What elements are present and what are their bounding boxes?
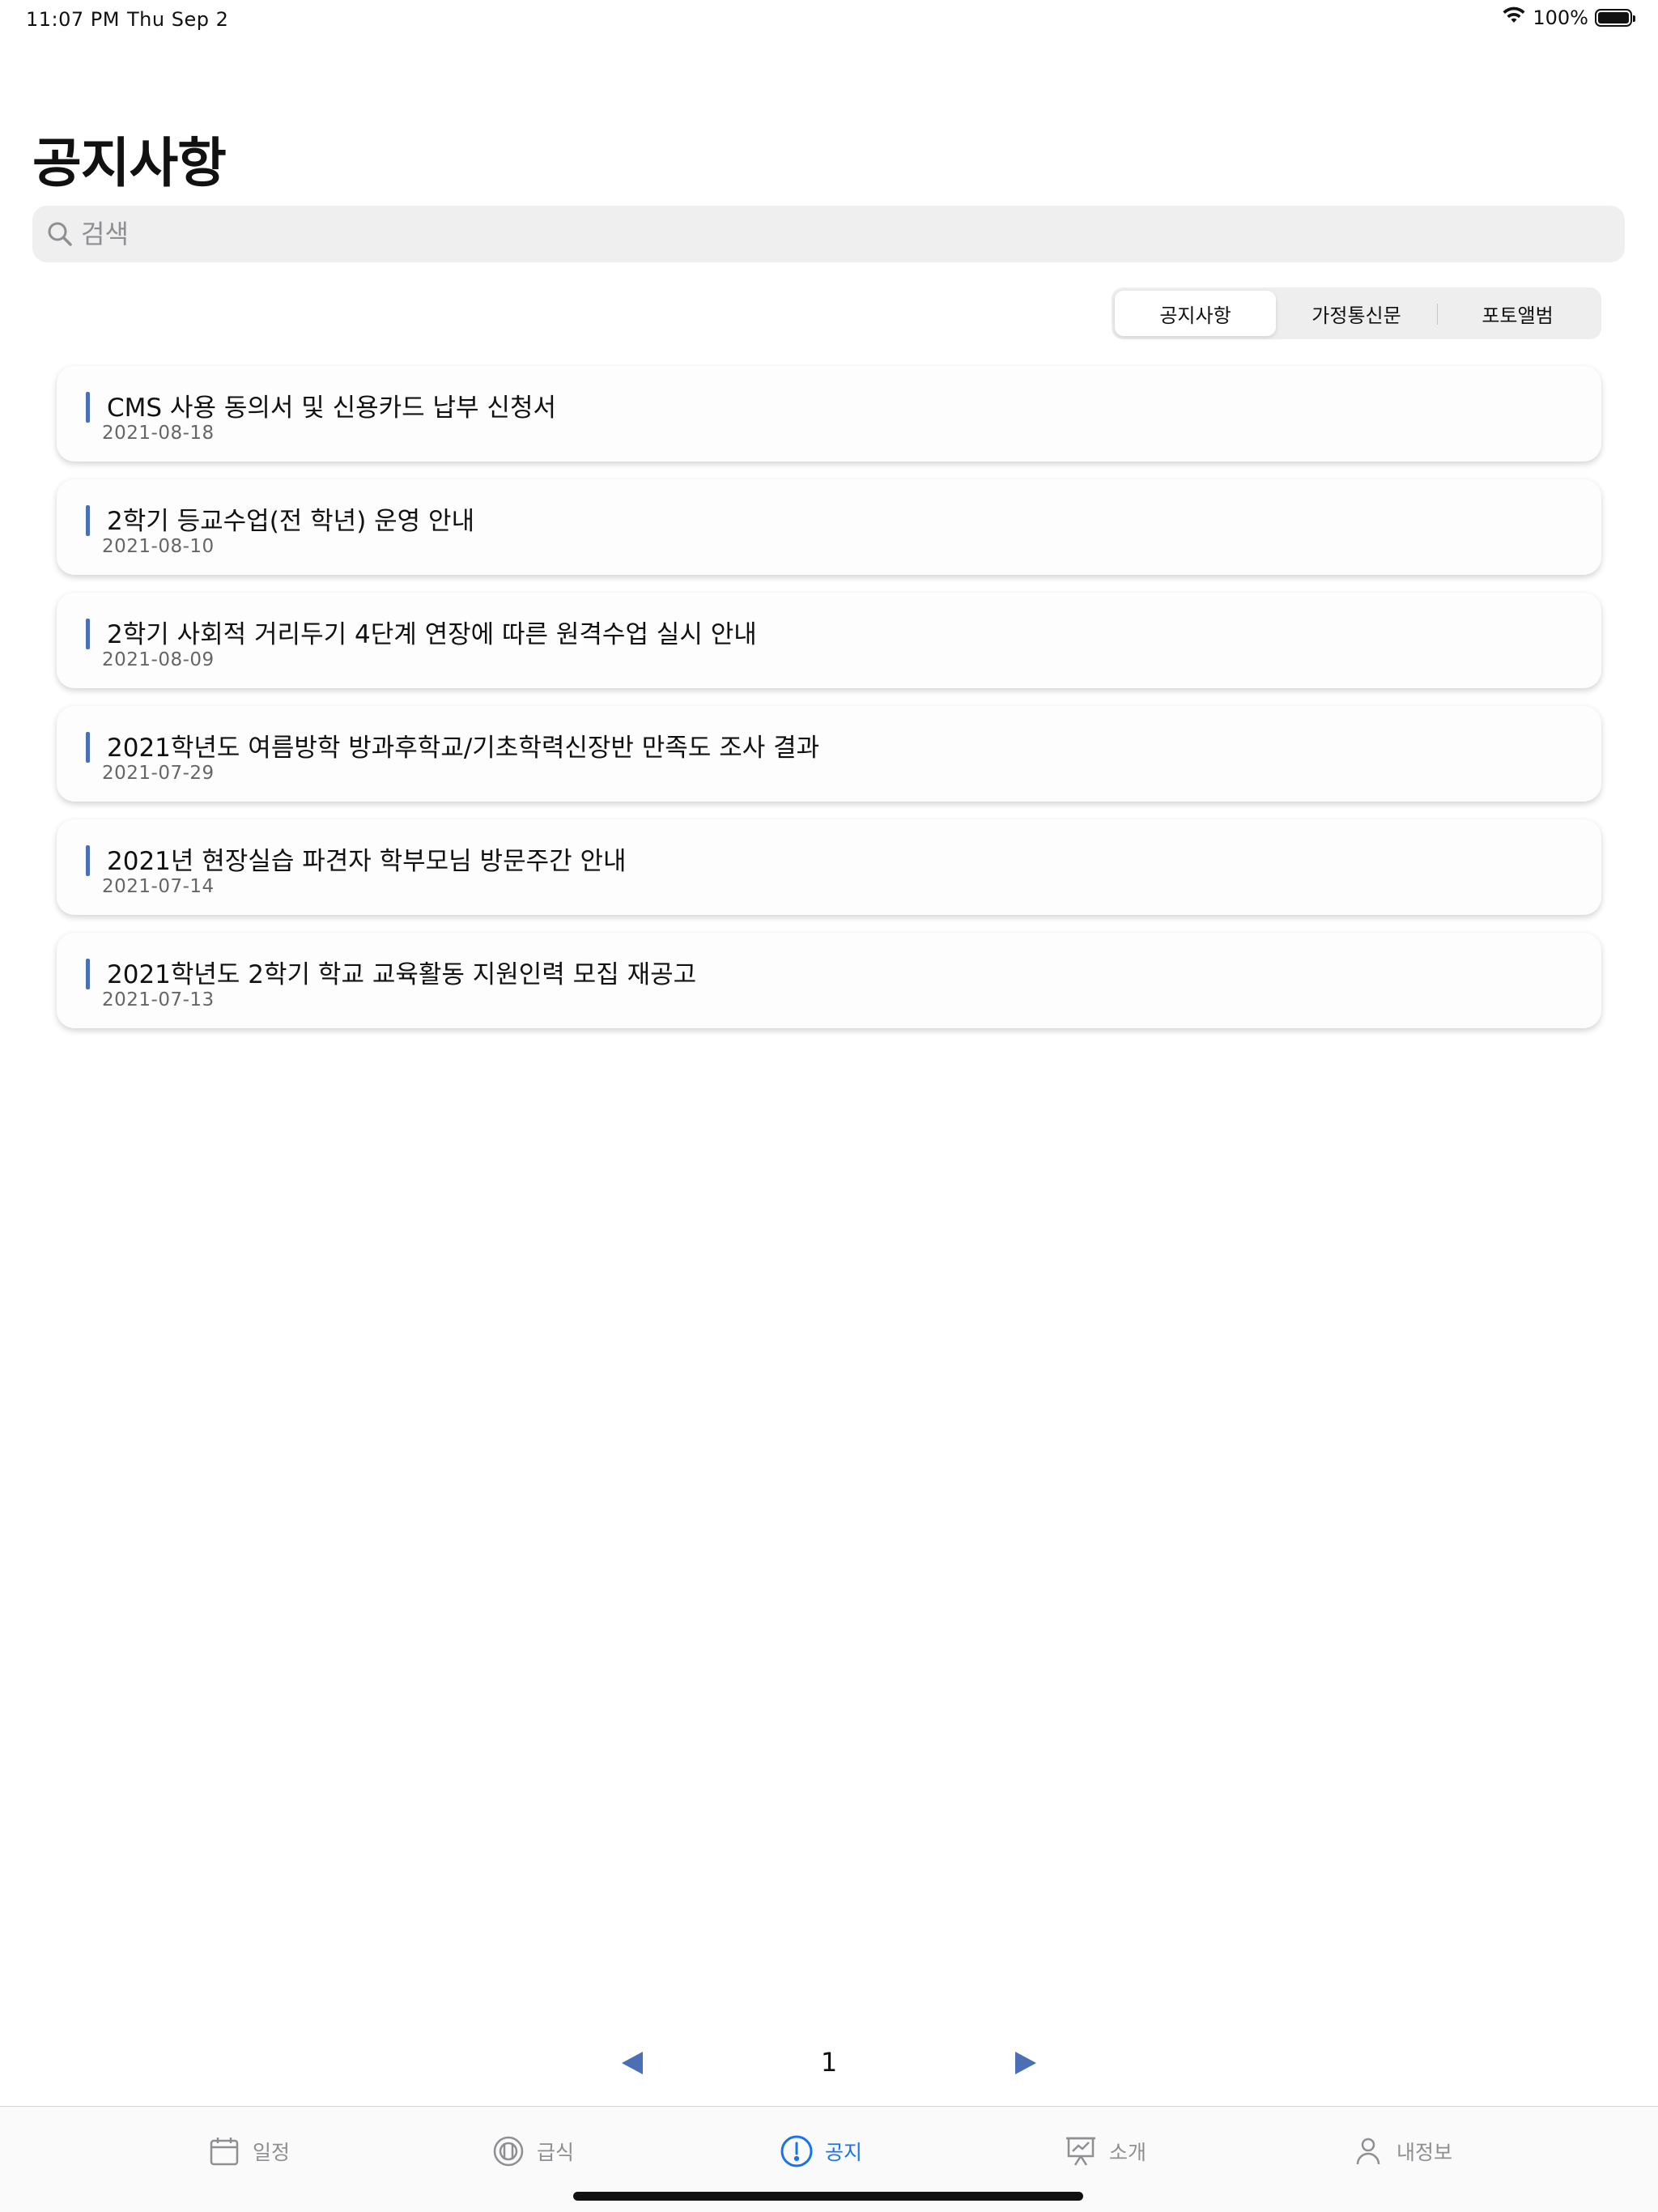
notice-date: 2021-08-09 — [102, 649, 215, 670]
calendar-icon — [207, 2134, 241, 2168]
notice-list: CMS 사용 동의서 및 신용카드 납부 신청서 2021-08-18 2학기 … — [57, 366, 1601, 1046]
search-icon — [44, 218, 76, 250]
notice-title: 2021학년도 여름방학 방과후학교/기초학력신장반 만족도 조사 결과 — [107, 734, 820, 763]
search-input[interactable] — [79, 218, 1540, 250]
next-page-icon[interactable] — [1014, 2050, 1038, 2076]
notice-item[interactable]: 2학기 등교수업(전 학년) 운영 안내 2021-08-10 — [57, 479, 1601, 575]
notice-item[interactable]: 2학기 사회적 거리두기 4단계 연장에 따른 원격수업 실시 안내 2021-… — [57, 593, 1601, 688]
notice-date: 2021-08-18 — [102, 423, 215, 444]
status-date: Thu Sep 2 — [127, 8, 229, 31]
notice-title: 2학기 등교수업(전 학년) 운영 안내 — [107, 507, 475, 536]
segment-photo-album[interactable]: 포토앨범 — [1437, 291, 1598, 336]
notice-title: 2학기 사회적 거리두기 4단계 연장에 따른 원격수업 실시 안내 — [107, 620, 757, 649]
notice-date: 2021-08-10 — [102, 536, 215, 557]
tab-schedule[interactable]: 일정 — [207, 2131, 290, 2172]
pagination: 1 — [0, 2039, 1658, 2087]
tab-bar: 일정 급식 공지 소개 내정보 — [0, 2106, 1658, 2212]
segment-newsletter[interactable]: 가정통신문 — [1276, 291, 1437, 336]
tab-label: 일정 — [253, 2141, 291, 2164]
status-bar: 11:07 PM Thu Sep 2 100% — [0, 0, 1658, 39]
tab-label: 공지 — [825, 2141, 863, 2164]
notice-accent-bar — [86, 619, 90, 649]
tab-label: 급식 — [537, 2141, 575, 2164]
notice-accent-bar — [86, 959, 90, 989]
tab-about[interactable]: 소개 — [1064, 2131, 1146, 2172]
wifi-icon — [1502, 6, 1526, 29]
notice-title: 2021학년도 2학기 학교 교육활동 지원인력 모집 재공고 — [107, 960, 697, 989]
notice-item[interactable]: 2021년 현장실습 파견자 학부모님 방문주간 안내 2021-07-14 — [57, 819, 1601, 915]
meal-icon — [491, 2134, 525, 2168]
notice-item[interactable]: CMS 사용 동의서 및 신용카드 납부 신청서 2021-08-18 — [57, 366, 1601, 462]
notice-accent-bar — [86, 732, 90, 763]
notice-title: 2021년 현장실습 파견자 학부모님 방문주간 안내 — [107, 847, 627, 876]
presentation-icon — [1064, 2134, 1098, 2168]
tab-label: 내정보 — [1397, 2141, 1453, 2164]
page-title: 공지사항 — [32, 132, 227, 194]
battery-percent: 100% — [1533, 6, 1588, 29]
current-page-number: 1 — [820, 2047, 838, 2078]
notice-accent-bar — [86, 845, 90, 876]
notice-item[interactable]: 2021학년도 2학기 학교 교육활동 지원인력 모집 재공고 2021-07-… — [57, 933, 1601, 1028]
segment-notice[interactable]: 공지사항 — [1115, 291, 1276, 336]
notice-item[interactable]: 2021학년도 여름방학 방과후학교/기초학력신장반 만족도 조사 결과 202… — [57, 706, 1601, 802]
notice-accent-bar — [86, 392, 90, 423]
notice-date: 2021-07-29 — [102, 763, 215, 784]
person-icon — [1351, 2134, 1385, 2168]
status-time: 11:07 PM — [26, 8, 120, 31]
search-bar[interactable] — [32, 206, 1625, 262]
tab-meal[interactable]: 급식 — [491, 2131, 574, 2172]
notice-screen: 11:07 PM Thu Sep 2 100% 공지사항 공지 — [0, 0, 1658, 2212]
battery-icon — [1595, 9, 1635, 27]
exclamation-circle-icon — [780, 2134, 814, 2168]
category-segmented-control: 공지사항 가정통신문 포토앨범 — [1112, 287, 1601, 339]
notice-date: 2021-07-14 — [102, 876, 215, 897]
status-indicators: 100% — [1502, 6, 1635, 29]
notice-accent-bar — [86, 505, 90, 536]
home-indicator — [573, 2192, 1083, 2201]
notice-date: 2021-07-13 — [102, 989, 215, 1010]
tab-label: 소개 — [1109, 2141, 1147, 2164]
notice-title: CMS 사용 동의서 및 신용카드 납부 신청서 — [107, 393, 556, 423]
tab-my-info[interactable]: 내정보 — [1351, 2131, 1452, 2172]
prev-page-icon[interactable] — [620, 2050, 644, 2076]
tab-notice[interactable]: 공지 — [780, 2131, 862, 2172]
